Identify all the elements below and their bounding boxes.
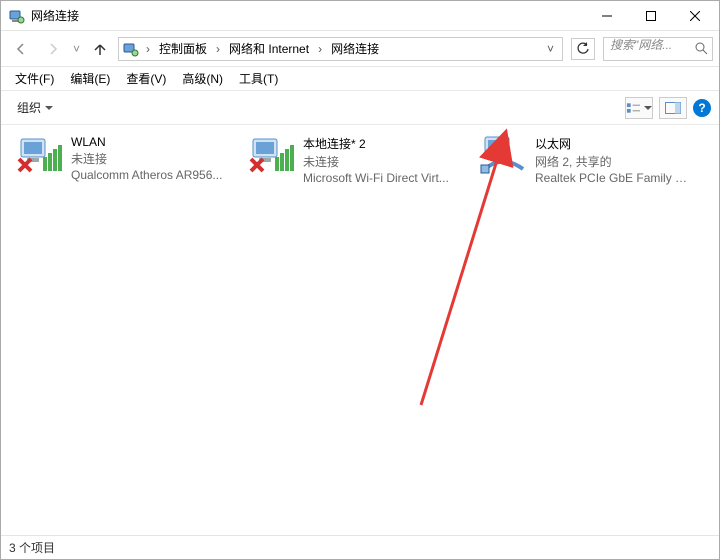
connection-name: WLAN <box>71 135 222 149</box>
organize-button[interactable]: 组织 <box>9 95 61 120</box>
adapter-icon <box>15 135 63 175</box>
navbar: ˅ › 控制面板 › 网络和 Internet › 网络连接 ˅ <box>1 31 719 67</box>
connection-status: 网络 2, 共享的 <box>535 153 691 170</box>
chevron-down-icon <box>644 106 652 110</box>
refresh-button[interactable] <box>571 38 595 60</box>
menu-edit[interactable]: 编辑(E) <box>62 67 118 90</box>
adapter-icon <box>247 135 295 175</box>
search-box[interactable] <box>603 37 713 61</box>
address-bar[interactable]: › 控制面板 › 网络和 Internet › 网络连接 ˅ <box>118 37 563 61</box>
organize-label: 组织 <box>17 99 41 116</box>
connection-device: Microsoft Wi-Fi Direct Virt... <box>303 171 449 185</box>
connection-name: 以太网 <box>535 135 691 152</box>
back-button[interactable] <box>7 35 35 63</box>
content-area: WLAN 未连接 Qualcomm Atheros AR956... <box>1 125 719 535</box>
breadcrumb-leaf[interactable]: 网络连接 <box>327 38 383 59</box>
address-dropdown-icon[interactable]: ˅ <box>543 42 558 56</box>
search-input[interactable] <box>610 38 692 52</box>
toolbar: 组织 ? <box>1 91 719 125</box>
connection-name: 本地连接* 2 <box>303 135 449 152</box>
breadcrumb-root[interactable]: 控制面板 <box>155 38 211 59</box>
menu-view[interactable]: 查看(V) <box>118 67 174 90</box>
forward-button[interactable] <box>39 35 67 63</box>
minimize-button[interactable] <box>585 2 629 30</box>
connection-ethernet[interactable]: 以太网 网络 2, 共享的 Realtek PCIe GbE Family C.… <box>475 131 695 189</box>
menu-tools[interactable]: 工具(T) <box>231 67 286 90</box>
view-mode-button[interactable] <box>625 97 653 119</box>
app-icon <box>9 8 25 24</box>
connection-local[interactable]: 本地连接* 2 未连接 Microsoft Wi-Fi Direct Virt.… <box>243 131 463 189</box>
connection-device: Realtek PCIe GbE Family C... <box>535 171 691 185</box>
menubar: 文件(F) 编辑(E) 查看(V) 高级(N) 工具(T) <box>1 67 719 91</box>
window-title: 网络连接 <box>31 7 585 24</box>
menu-advanced[interactable]: 高级(N) <box>174 67 231 90</box>
connection-status: 未连接 <box>303 153 449 170</box>
help-button[interactable]: ? <box>693 99 711 117</box>
window: 网络连接 ˅ › 控制面板 › 网络和 Internet › 网络连接 ˅ <box>0 0 720 560</box>
preview-pane-button[interactable] <box>659 97 687 119</box>
statusbar: 3 个项目 <box>1 535 719 559</box>
chevron-down-icon <box>45 106 53 110</box>
location-icon <box>123 41 139 57</box>
connection-device: Qualcomm Atheros AR956... <box>71 168 222 182</box>
chevron-right-icon[interactable]: › <box>212 42 224 56</box>
adapter-icon <box>479 135 527 175</box>
connection-wlan[interactable]: WLAN 未连接 Qualcomm Atheros AR956... <box>11 131 231 186</box>
chevron-right-icon[interactable]: › <box>142 42 154 56</box>
maximize-button[interactable] <box>629 2 673 30</box>
titlebar: 网络连接 <box>1 1 719 31</box>
chevron-right-icon[interactable]: › <box>314 42 326 56</box>
menu-file[interactable]: 文件(F) <box>7 67 62 90</box>
up-button[interactable] <box>86 35 114 63</box>
breadcrumb-mid[interactable]: 网络和 Internet <box>225 38 313 59</box>
item-count: 3 个项目 <box>9 539 55 556</box>
connection-status: 未连接 <box>71 150 222 167</box>
search-icon <box>694 41 708 58</box>
history-dropdown-icon[interactable]: ˅ <box>71 42 82 56</box>
close-button[interactable] <box>673 2 717 30</box>
